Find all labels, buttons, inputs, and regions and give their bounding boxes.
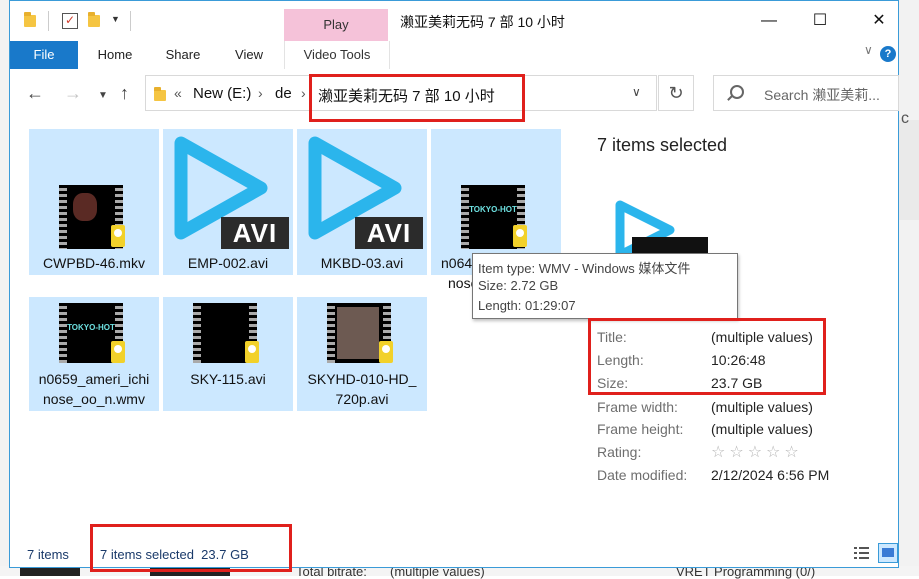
customize-toolbar-chevron-icon[interactable]: ▼ <box>111 14 120 24</box>
file-tile-n0659[interactable]: TOKYO-HOT n0659_ameri_ichi nose_oo_n.wmv <box>29 297 159 411</box>
breadcrumb-de[interactable]: de <box>275 85 292 102</box>
address-history-chevron-icon[interactable]: ∨ <box>632 85 641 99</box>
file-name: MKBD-03.avi <box>320 255 404 271</box>
address-folder-icon <box>154 87 166 101</box>
breadcrumb-overflow[interactable]: « <box>174 85 182 101</box>
ribbon-tabs: File Home Share View Video Tools ∨ ? <box>10 41 898 69</box>
details-heading: 7 items selected <box>597 135 728 155</box>
file-tile-cwpbd-46[interactable]: CWPBD-46.mkv <box>29 129 159 275</box>
file-tile-mkbd-03[interactable]: AVI MKBD-03.avi <box>297 129 427 275</box>
search-input[interactable]: Search 濑亚美莉... <box>764 85 894 105</box>
file-view: CWPBD-46.mkv AVI EMP-002.avi AVI MKBD-03… <box>10 121 580 531</box>
player-badge-icon <box>111 225 125 247</box>
tab-file[interactable]: File <box>10 41 78 69</box>
properties-check-icon[interactable]: ✓ <box>62 13 78 29</box>
close-button[interactable]: ✕ <box>856 6 902 36</box>
tokyo-hot-overlay: TOKYO-HOT <box>67 323 115 332</box>
file-tile-sky-115[interactable]: SKY-115.avi <box>163 297 293 411</box>
expand-ribbon-chevron-icon[interactable]: ∨ <box>864 43 873 57</box>
window-title: 濑亚美莉无码 7 部 10 小时 <box>400 14 565 30</box>
tokyo-hot-overlay: TOKYO-HOT <box>469 205 517 214</box>
highlight-properties <box>588 318 826 395</box>
quick-access-divider <box>48 11 49 31</box>
file-name-line: n0659_ameri_ichi <box>38 371 150 387</box>
background-glyph: c <box>901 110 909 127</box>
details-preview-icon <box>598 199 708 260</box>
new-folder-icon[interactable] <box>88 12 100 27</box>
title-bar: ✓ ▼ Play 濑亚美莉无码 7 部 10 小时 — ☐ ✕ <box>10 1 898 41</box>
forward-arrow-icon[interactable]: → <box>64 83 82 104</box>
status-item-count: 7 items <box>27 547 69 562</box>
player-badge-icon <box>513 225 527 247</box>
explorer-window: ✓ ▼ Play 濑亚美莉无码 7 部 10 小时 — ☐ ✕ File Hom… <box>9 0 899 572</box>
contextual-tab-play: Play <box>284 9 388 41</box>
highlight-folder-name <box>309 74 525 122</box>
breadcrumb-separator: › <box>301 85 306 101</box>
back-arrow-icon[interactable]: ← <box>26 83 44 104</box>
folder-icon <box>24 12 36 27</box>
minimize-button[interactable]: — <box>746 6 792 36</box>
help-icon[interactable]: ? <box>880 46 896 62</box>
file-tile-skyhd-010[interactable]: SKYHD-010-HD_ 720p.avi <box>297 297 427 411</box>
quick-access-divider <box>130 11 131 31</box>
tooltip-size: Size: 2.72 GB <box>478 278 559 293</box>
search-box[interactable]: Search 濑亚美莉... <box>713 75 899 111</box>
video-thumbnail <box>193 303 259 363</box>
highlight-status <box>90 524 292 572</box>
file-name-line: SKYHD-010-HD_ <box>307 371 417 387</box>
large-icons-view-icon[interactable] <box>878 543 898 563</box>
breadcrumb-separator: › <box>258 85 263 101</box>
background-band <box>899 120 919 220</box>
file-tile-emp-002[interactable]: AVI EMP-002.avi <box>163 129 293 275</box>
tab-video-tools[interactable]: Video Tools <box>284 41 390 69</box>
breadcrumb-drive[interactable]: New (E:) <box>193 85 251 102</box>
file-tooltip: Item type: WMV - Windows 媒体文件 Size: 2.72… <box>472 253 738 319</box>
file-name-line: nose_oo_n.wmv <box>43 391 145 407</box>
file-name: CWPBD-46.mkv <box>43 255 145 271</box>
video-thumbnail <box>59 185 125 249</box>
tab-share[interactable]: Share <box>158 41 208 69</box>
tooltip-item-type: Item type: WMV - Windows 媒体文件 <box>478 261 691 276</box>
file-name-line: 720p.avi <box>335 391 389 407</box>
player-badge-icon <box>111 341 125 363</box>
refresh-icon[interactable]: ↻ <box>658 75 694 111</box>
video-thumbnail <box>327 303 393 363</box>
player-badge-icon <box>245 341 259 363</box>
file-name: EMP-002.avi <box>187 255 269 271</box>
avi-badge: AVI <box>221 217 289 249</box>
details-view-icon[interactable] <box>852 543 872 563</box>
background-window-left <box>0 0 9 576</box>
file-name: SKY-115.avi <box>190 371 266 387</box>
background-window-right: c <box>899 0 919 576</box>
tab-view[interactable]: View <box>224 41 274 69</box>
rating-stars[interactable]: ☆☆☆☆☆ <box>711 442 803 462</box>
search-icon <box>730 85 744 99</box>
recent-locations-chevron-icon[interactable]: ▼ <box>98 90 108 101</box>
up-arrow-icon[interactable]: ↑ <box>120 83 129 104</box>
tooltip-length: Length: 01:29:07 <box>478 298 576 313</box>
avi-badge: AVI <box>355 217 423 249</box>
video-thumbnail: TOKYO-HOT <box>461 185 527 249</box>
maximize-button[interactable]: ☐ <box>797 6 843 36</box>
video-thumbnail: TOKYO-HOT <box>59 303 125 363</box>
player-badge-icon <box>379 341 393 363</box>
tab-home[interactable]: Home <box>88 41 142 69</box>
